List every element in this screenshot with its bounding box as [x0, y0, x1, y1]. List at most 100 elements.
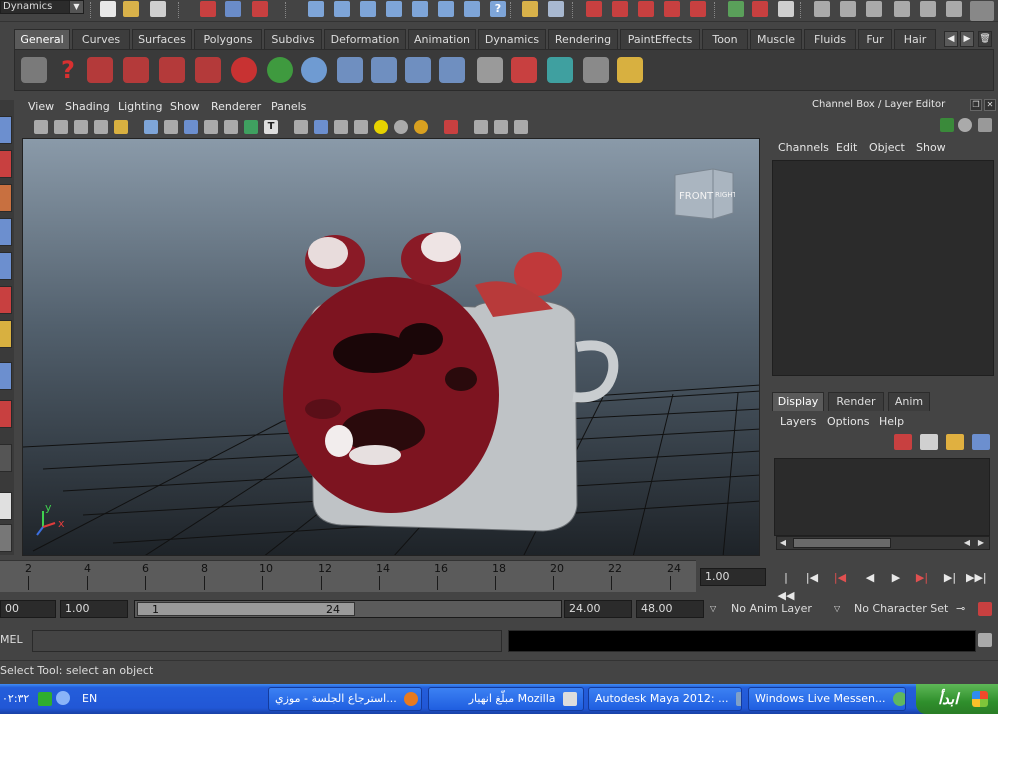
channel-box-layout-icon[interactable] — [958, 118, 972, 132]
task-firefox-session[interactable]: استرجاع الجلسة - موزي... — [268, 687, 422, 711]
joint-icon[interactable] — [337, 57, 363, 83]
perspective-viewport[interactable]: y x FRONT RIGHT — [22, 138, 760, 556]
menu-show[interactable]: Show — [916, 141, 946, 154]
snap-point-icon[interactable] — [360, 1, 376, 17]
film-gate-icon[interactable] — [474, 120, 488, 134]
manipulator-tool-icon[interactable] — [0, 320, 12, 348]
textured-icon[interactable] — [184, 120, 198, 134]
scale-tool-icon[interactable] — [0, 286, 12, 314]
shelf-tool-icon[interactable] — [267, 57, 293, 83]
shelf-tab-deformation[interactable]: Deformation — [324, 29, 406, 49]
help-question-icon[interactable]: ? — [490, 1, 506, 17]
start-button[interactable]: ابدأ — [916, 684, 998, 714]
lattice-icon[interactable] — [583, 57, 609, 83]
range-slider-thumb[interactable]: 1 24 — [137, 602, 355, 616]
animation-preferences-icon[interactable] — [978, 602, 992, 616]
magnet-icon[interactable] — [690, 1, 706, 17]
isolate-icon[interactable] — [294, 120, 308, 134]
joint-icon[interactable] — [371, 57, 397, 83]
grid-icon[interactable] — [114, 120, 128, 134]
play-forward-icon[interactable]: ▶ — [886, 569, 906, 587]
layout-icon[interactable] — [0, 362, 12, 390]
menu-panels[interactable]: Panels — [271, 100, 306, 113]
select-tool-icon[interactable] — [0, 116, 12, 144]
lasso-tool-icon[interactable] — [0, 150, 12, 178]
playback-start-field[interactable]: 1.00 — [60, 600, 128, 618]
input-output-icon[interactable] — [752, 1, 768, 17]
magnet-icon[interactable] — [612, 1, 628, 17]
select-component-icon[interactable] — [252, 1, 268, 17]
command-language-label[interactable]: MEL — [0, 633, 23, 646]
magnet-icon[interactable] — [664, 1, 680, 17]
shelf-tab-animation[interactable]: Animation — [408, 29, 476, 49]
tab-display[interactable]: Display — [772, 392, 824, 411]
range-slider[interactable]: 1 24 — [134, 600, 562, 618]
render-settings-icon[interactable] — [778, 1, 794, 17]
shelf-tab-muscle[interactable]: Muscle — [750, 29, 802, 49]
shadows-icon[interactable] — [224, 120, 238, 134]
shelf-trash-icon[interactable]: 🗑 — [978, 31, 992, 47]
shelf-tool-icon[interactable] — [87, 57, 113, 83]
text-icon[interactable]: T — [264, 120, 278, 134]
clapper-icon[interactable] — [814, 1, 830, 17]
high-quality-icon[interactable] — [414, 120, 428, 134]
checker-icon[interactable] — [354, 120, 368, 134]
menu-lighting[interactable]: Lighting — [118, 100, 162, 113]
construction-icon[interactable] — [464, 1, 480, 17]
history-icon[interactable] — [438, 1, 454, 17]
rotate-tool-icon[interactable] — [0, 252, 12, 280]
joint-icon[interactable] — [439, 57, 465, 83]
layer-list-area[interactable] — [774, 458, 990, 536]
safe-action-icon[interactable] — [494, 120, 508, 134]
layout-icon[interactable] — [514, 120, 528, 134]
scroll-right-icon[interactable]: ▶ — [975, 537, 987, 549]
camera-icon[interactable] — [34, 120, 48, 134]
paint-brush-icon[interactable] — [617, 57, 643, 83]
menu-shading[interactable]: Shading — [65, 100, 110, 113]
shelf-tab-dynamics[interactable]: Dynamics — [478, 29, 546, 49]
open-scene-icon[interactable] — [123, 1, 139, 17]
close-icon[interactable]: ✕ — [984, 99, 996, 111]
scroll-left-icon[interactable]: ◀ — [961, 537, 973, 549]
menu-object[interactable]: Object — [869, 141, 905, 154]
clock[interactable]: ٠٢:٣٢ — [2, 692, 29, 705]
animation-start-field[interactable]: 00 — [0, 600, 56, 618]
channel-box-layout-icon[interactable] — [940, 118, 954, 132]
menu-renderer[interactable]: Renderer — [211, 100, 261, 113]
scroll-thumb[interactable] — [793, 538, 891, 548]
shelf-tab-subdivs[interactable]: Subdivs — [264, 29, 322, 49]
last-tool-icon[interactable] — [0, 400, 12, 428]
new-layer-icon[interactable] — [894, 434, 912, 450]
layout-icon[interactable] — [0, 444, 12, 472]
smooth-shade-icon[interactable] — [164, 120, 178, 134]
snap-curve-icon[interactable] — [334, 1, 350, 17]
ipr-render-icon[interactable] — [894, 1, 910, 17]
bookmark-icon[interactable] — [74, 120, 88, 134]
new-scene-icon[interactable] — [100, 1, 116, 17]
shelf-tab-polygons[interactable]: Polygons — [194, 29, 262, 49]
channel-box-toggle-icon[interactable] — [970, 1, 994, 21]
paint-select-tool-icon[interactable] — [0, 184, 12, 212]
joint-icon[interactable] — [405, 57, 431, 83]
shelf-tool-icon[interactable] — [231, 57, 257, 83]
expand-arrow-icon[interactable] — [0, 492, 12, 520]
select-hierarchy-icon[interactable] — [200, 1, 216, 17]
go-to-end-icon[interactable]: ▶▶| — [966, 569, 987, 587]
default-light-icon[interactable] — [374, 120, 388, 134]
shelf-tab-surfaces[interactable]: Surfaces — [132, 29, 192, 49]
attribute-editor-icon[interactable] — [920, 1, 936, 17]
task-mozilla-crash-reporter[interactable]: مبلّغ انهيار Mozilla — [428, 687, 584, 711]
tab-render[interactable]: Render — [828, 392, 884, 411]
menu-layers[interactable]: Layers — [780, 415, 816, 428]
shelf-tool-icon[interactable] — [123, 57, 149, 83]
channel-box-area[interactable] — [772, 160, 994, 376]
clapper-icon[interactable] — [840, 1, 856, 17]
shelf-scroll-left-icon[interactable]: ◀ — [944, 31, 958, 47]
current-time-field[interactable]: 1.00 — [700, 568, 766, 586]
layer-down-icon[interactable] — [972, 434, 990, 450]
character-set-dropdown[interactable]: No Character Set — [854, 600, 948, 618]
key-icon[interactable]: ⊸ — [956, 600, 965, 618]
render-view-icon[interactable] — [548, 1, 564, 17]
layer-scrollbar[interactable]: ◀ ◀ ▶ — [776, 536, 990, 550]
tray-arrow-icon[interactable] — [56, 691, 70, 705]
